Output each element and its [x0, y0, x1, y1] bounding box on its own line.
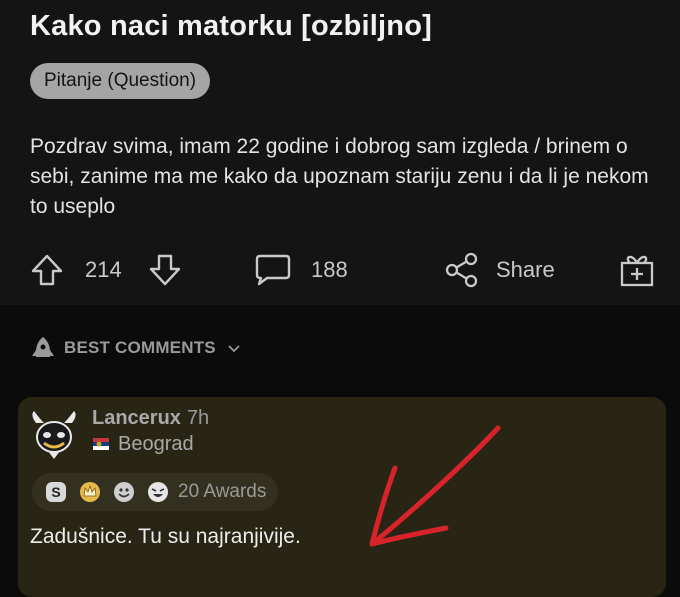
comment-sort-bar[interactable]: BEST COMMENTS: [0, 328, 680, 368]
comment-icon: [255, 254, 291, 286]
awards-count: 20 Awards: [178, 481, 267, 502]
sort-label[interactable]: BEST COMMENTS: [64, 338, 216, 358]
post-card: Kako naci matorku [ozbiljno] Pitanje (Qu…: [0, 0, 680, 305]
comment-count: 188: [311, 245, 348, 295]
share-button[interactable]: [444, 245, 480, 295]
post-flair[interactable]: Pitanje (Question): [30, 63, 211, 99]
vote-count-text: 214: [85, 257, 122, 282]
give-award-button[interactable]: [618, 245, 656, 295]
share-label-text: Share: [496, 257, 555, 282]
avatar[interactable]: [28, 409, 80, 461]
flag-icon: [93, 437, 109, 450]
chevron-down-icon[interactable]: [226, 340, 242, 356]
comment-author[interactable]: Lancerux: [92, 407, 181, 429]
svg-text:S: S: [51, 484, 60, 500]
laughing-award-icon: [148, 482, 168, 502]
comment-body: Zadušnice. Tu su najranjivije.: [30, 525, 301, 548]
downvote-button[interactable]: [148, 245, 182, 295]
upvote-icon: [31, 254, 63, 286]
award-icon: [620, 255, 654, 287]
comments-button[interactable]: [254, 245, 292, 295]
comment-author-line: Lancerux 7h: [92, 407, 209, 430]
rocket-icon: [32, 337, 54, 357]
silver-award-icon: S: [46, 482, 66, 502]
comment-count-text: 188: [311, 257, 348, 282]
vote-count: 214: [85, 245, 122, 295]
user-flair: Beograd: [92, 433, 194, 456]
user-flair-text: Beograd: [118, 433, 194, 455]
share-icon: [445, 252, 478, 288]
downvote-icon: [149, 254, 181, 286]
comment-card: Lancerux 7h Beograd S 20 Awards Zadušnic…: [18, 397, 666, 597]
awards-pill[interactable]: S 20 Awards: [32, 473, 279, 511]
post-action-bar: 214 188 Share: [0, 245, 680, 295]
crown-award-icon: [80, 482, 100, 502]
post-title[interactable]: Kako naci matorku [ozbiljno]: [30, 10, 432, 43]
wholesome-award-icon: [114, 482, 134, 502]
share-label[interactable]: Share: [496, 245, 555, 295]
upvote-button[interactable]: [30, 245, 64, 295]
post-body: Pozdrav svima, imam 22 godine i dobrog s…: [30, 135, 649, 218]
comment-time: 7h: [186, 407, 210, 429]
